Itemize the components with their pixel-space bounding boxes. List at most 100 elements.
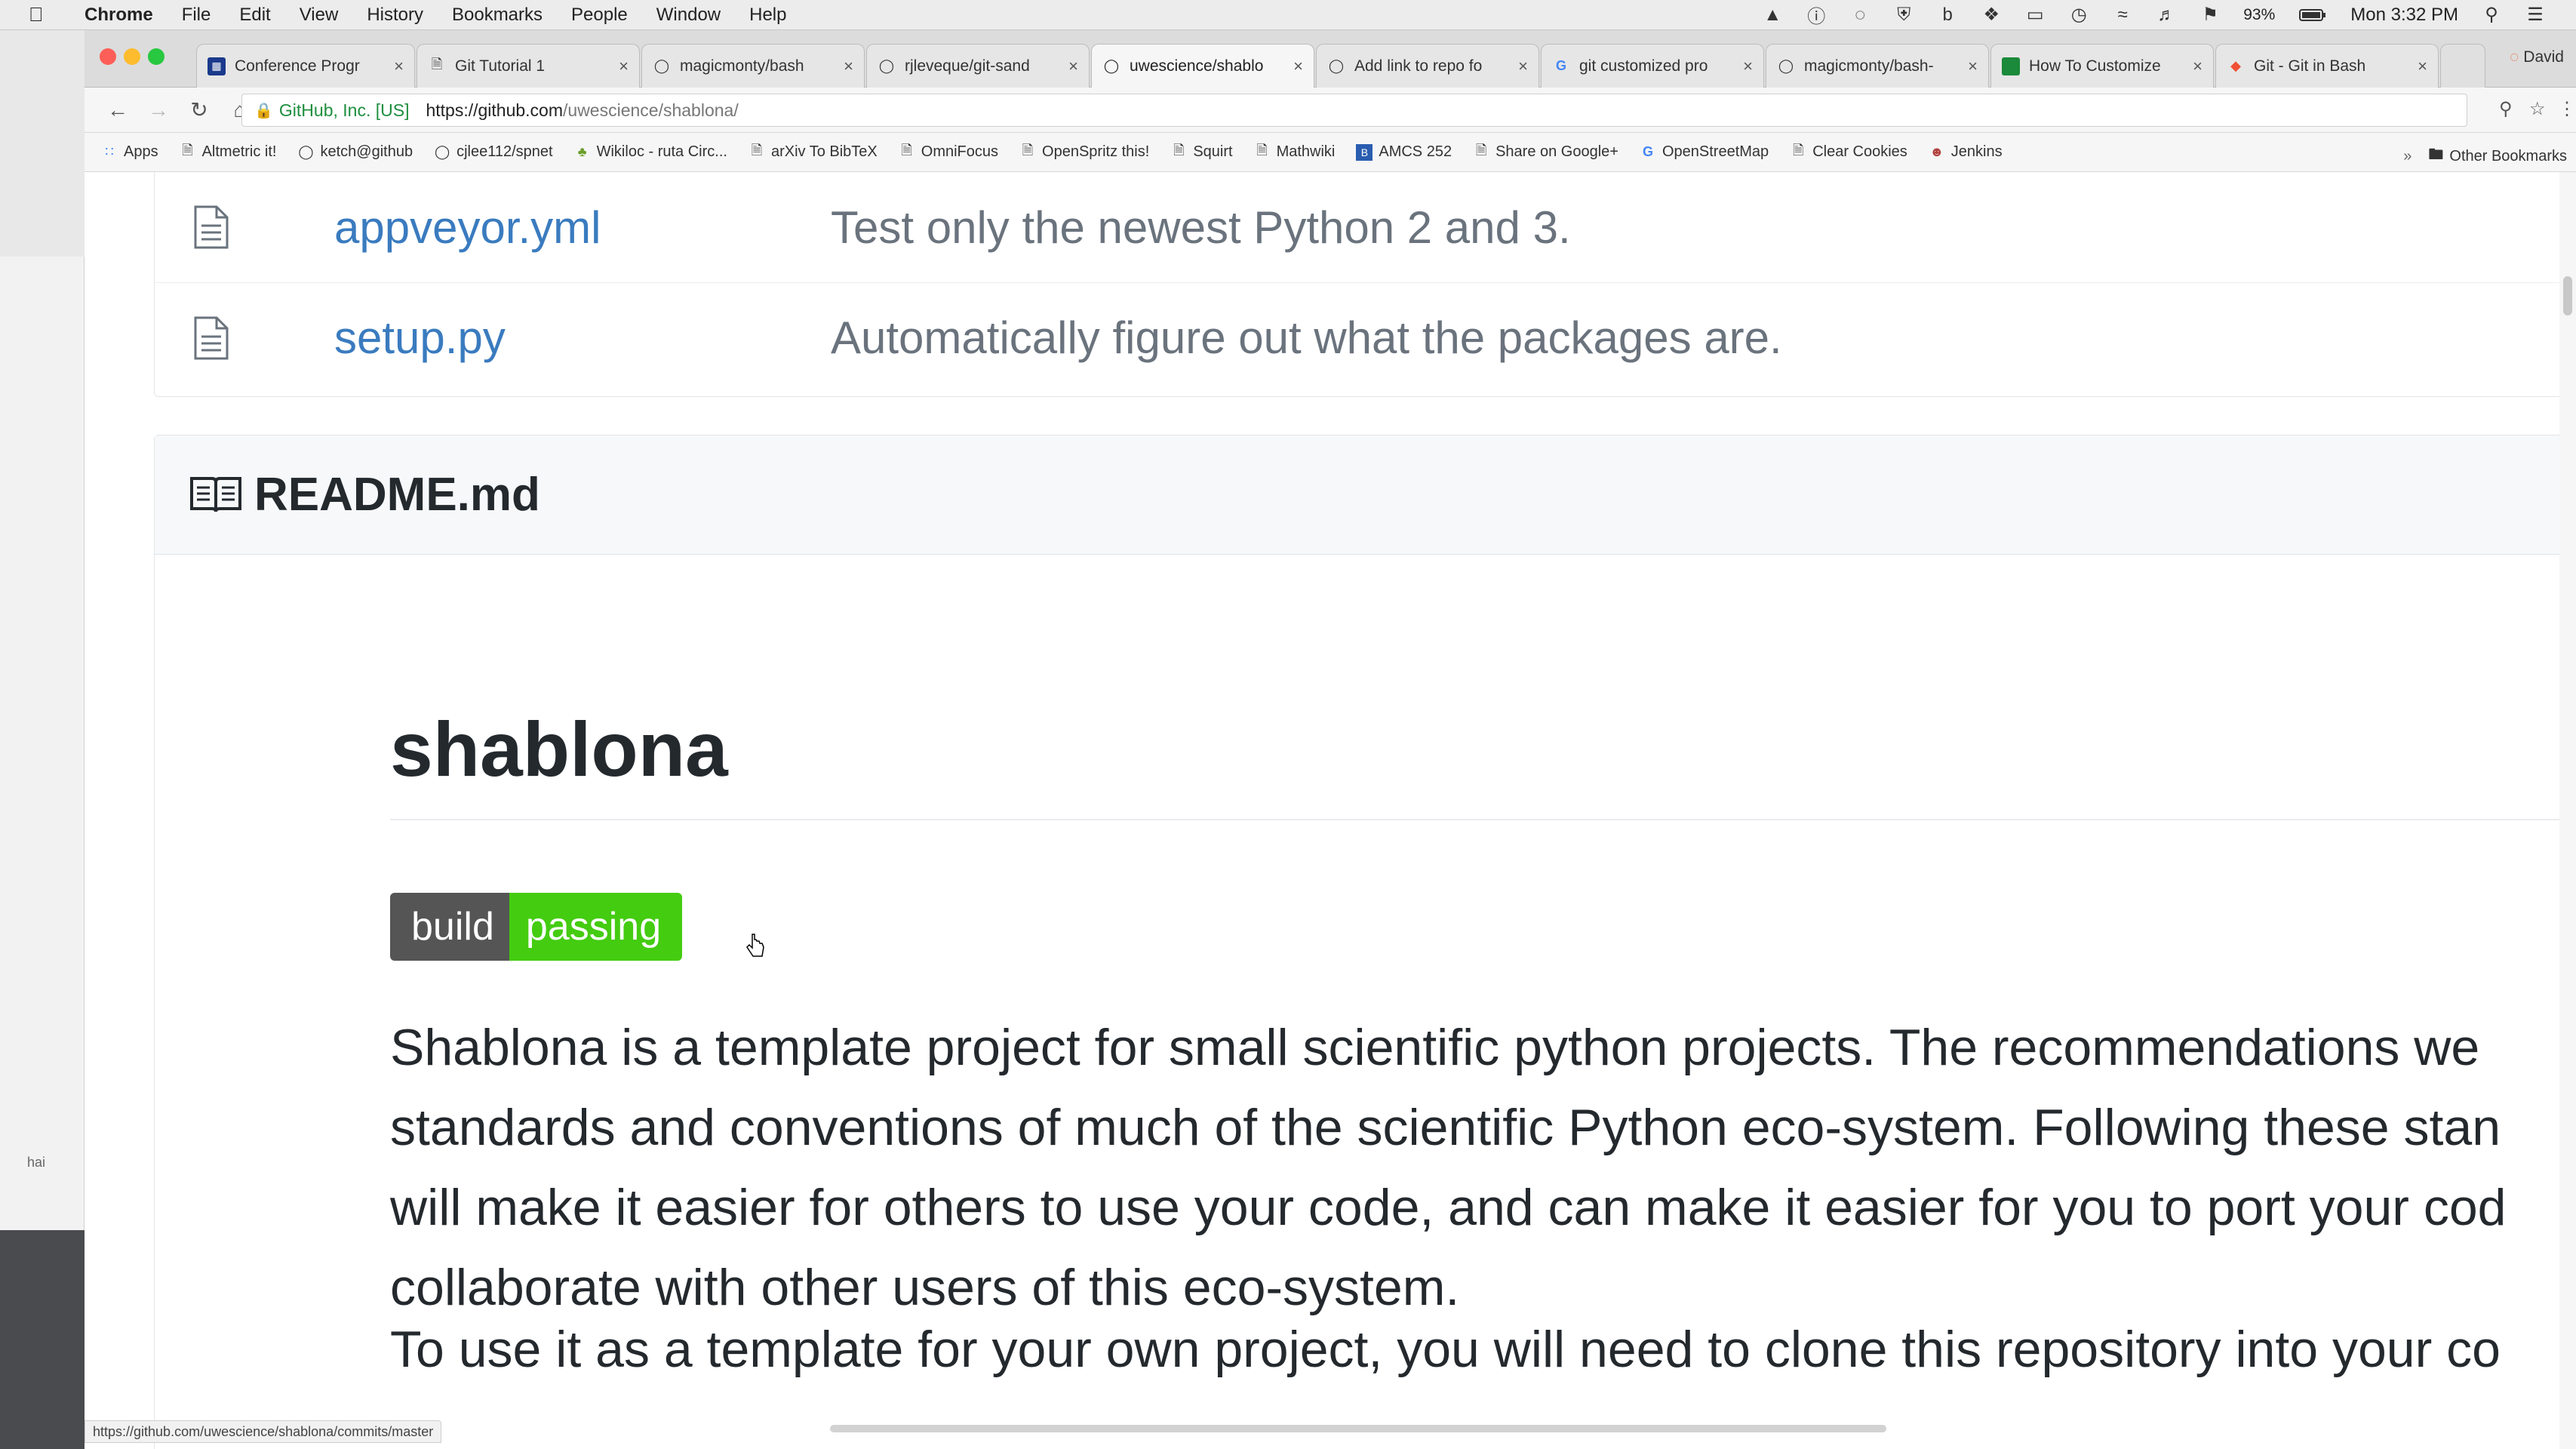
tab-git-in-bash[interactable]: ◆ Git - Git in Bash × bbox=[2215, 44, 2439, 88]
file-row[interactable]: setup.py Automatically figure out what t… bbox=[155, 282, 2576, 392]
zoom-window-button[interactable] bbox=[148, 48, 164, 65]
background-window: hai bbox=[0, 30, 85, 1449]
close-tab-icon[interactable]: × bbox=[1518, 57, 1528, 76]
commit-message-link[interactable]: Automatically figure out what the packag… bbox=[831, 312, 1782, 364]
macos-menu-bar:  Chrome File Edit View History Bookmark… bbox=[0, 0, 2576, 30]
bookmark-ketch-github[interactable]: ◯ ketch@github bbox=[298, 143, 413, 161]
spotlight-search-icon[interactable]: ⚲ bbox=[2481, 5, 2502, 26]
bookmark-openstreetmap[interactable]: G OpenStreetMap bbox=[1640, 143, 1769, 161]
onepassword-icon[interactable]: ⓘ bbox=[1806, 5, 1827, 27]
close-tab-icon[interactable]: × bbox=[2418, 57, 2427, 76]
paragraph-line: To use it as a template for your own pro… bbox=[390, 1321, 2501, 1378]
close-tab-icon[interactable]: × bbox=[1068, 57, 1078, 76]
menu-window[interactable]: Window bbox=[656, 5, 721, 26]
bookmark-star-icon[interactable]: ☆ bbox=[2529, 98, 2546, 120]
close-tab-icon[interactable]: × bbox=[1743, 57, 1753, 76]
wifi-icon[interactable]: ≈ bbox=[2112, 5, 2133, 26]
bookmark-jenkins[interactable]: ☻ Jenkins bbox=[1929, 143, 2002, 161]
tab-magicmonty-bash-2[interactable]: ◯ magicmonty/bash- × bbox=[1766, 44, 1989, 88]
badge-label: build bbox=[390, 893, 509, 961]
bookmark-clear-cookies[interactable]: 🗎 Clear Cookies bbox=[1790, 143, 1907, 161]
reload-icon[interactable]: ↻ bbox=[181, 97, 217, 122]
close-tab-icon[interactable]: × bbox=[2193, 57, 2203, 76]
tab-uwescience-shablona[interactable]: ◯ uwescience/shablo × bbox=[1091, 44, 1314, 88]
apple-menu-icon[interactable]:  bbox=[29, 3, 57, 26]
dropbox-icon[interactable]: ❖ bbox=[1981, 5, 2002, 26]
google-icon: G bbox=[1642, 144, 1653, 159]
menu-history[interactable]: History bbox=[367, 5, 423, 26]
bookmark-arxiv-bibtex[interactable]: 🗎 arXiv To BibTeX bbox=[749, 143, 878, 161]
bookmark-omnifocus[interactable]: 🗎 OmniFocus bbox=[899, 143, 999, 161]
back-arrow-icon[interactable]: ← bbox=[100, 98, 136, 122]
bookmark-squirt[interactable]: 🗎 Squirt bbox=[1170, 143, 1233, 161]
close-tab-icon[interactable]: × bbox=[1968, 57, 1978, 76]
github-icon: ◯ bbox=[1778, 58, 1794, 73]
commit-message-link[interactable]: Test only the newest Python 2 and 3. bbox=[831, 202, 1571, 254]
other-bookmarks[interactable]: » 🖿 Other Bookmarks bbox=[2403, 143, 2567, 169]
scrollbar-thumb[interactable] bbox=[2563, 276, 2572, 315]
menu-app-name[interactable]: Chrome bbox=[85, 5, 153, 26]
menu-view[interactable]: View bbox=[300, 5, 339, 26]
clock[interactable]: Mon 3:32 PM bbox=[2350, 5, 2458, 26]
address-bar[interactable]: 🔒 GitHub, Inc. [US] https://github.com/u… bbox=[241, 94, 2467, 127]
chevron-double-right-icon[interactable]: » bbox=[2403, 148, 2412, 165]
url-text[interactable]: https://github.com/uwescience/shablona/ bbox=[426, 100, 738, 121]
vertical-scrollbar[interactable] bbox=[2559, 172, 2576, 1449]
build-status-badge[interactable]: build passing bbox=[390, 893, 683, 961]
bookmark-share-google-plus[interactable]: 🗎 Share on Google+ bbox=[1473, 143, 1618, 161]
page-icon: 🗎 bbox=[182, 142, 193, 158]
profile-icon: ◌ bbox=[2509, 48, 2519, 66]
profile-button[interactable]: ◌ David bbox=[2510, 48, 2564, 66]
tab-git-tutorial[interactable]: 🗎 Git Tutorial 1 × bbox=[417, 44, 640, 88]
close-tab-icon[interactable]: × bbox=[844, 57, 853, 76]
close-window-button[interactable] bbox=[100, 48, 116, 65]
menu-file[interactable]: File bbox=[182, 5, 211, 26]
google-icon: G bbox=[1555, 58, 1566, 73]
tab-git-customized-prompt[interactable]: G git customized pro × bbox=[1541, 44, 1764, 88]
menu-people[interactable]: People bbox=[571, 5, 628, 26]
zoom-icon[interactable]: ⚲ bbox=[2499, 98, 2513, 120]
tab-conference-program[interactable]: ▦ Conference Progr × bbox=[196, 44, 415, 88]
tab-magicmonty-bash[interactable]: ◯ magicmonty/bash × bbox=[641, 44, 865, 88]
forward-arrow-icon[interactable]: → bbox=[140, 98, 177, 122]
tab-how-to-customize[interactable]: How To Customize × bbox=[1990, 44, 2214, 88]
close-tab-icon[interactable]: × bbox=[1293, 57, 1303, 76]
file-name-link[interactable]: appveyor.yml bbox=[334, 202, 601, 254]
volume-icon[interactable]: ♬ bbox=[2156, 5, 2177, 26]
b-icon[interactable]: b bbox=[1937, 5, 1958, 26]
bookmark-openspritz[interactable]: 🗎 OpenSpritz this! bbox=[1019, 143, 1150, 161]
bookmark-cjlee112-spnet[interactable]: ◯ cjlee112/spnet bbox=[434, 143, 553, 161]
time-machine-icon[interactable]: ◷ bbox=[2068, 5, 2089, 26]
file-name-link[interactable]: setup.py bbox=[334, 312, 506, 364]
readme-box: README.md shablona build passing Shablon… bbox=[154, 435, 2576, 1449]
horizontal-scrollbar[interactable] bbox=[830, 1425, 1886, 1432]
tab-rjleveque-git-sandbox[interactable]: ◯ rjleveque/git-sand × bbox=[866, 44, 1090, 88]
bookmark-mathwiki[interactable]: 🗎 Mathwiki bbox=[1254, 143, 1335, 161]
site-identity[interactable]: GitHub, Inc. [US] bbox=[279, 100, 410, 121]
close-tab-icon[interactable]: × bbox=[619, 57, 629, 76]
timer-icon[interactable]: ◌ bbox=[1849, 5, 1871, 26]
tab-add-link-to-repo[interactable]: ◯ Add link to repo fo × bbox=[1316, 44, 1539, 88]
menu-icon[interactable]: ⋮ bbox=[2558, 98, 2576, 120]
file-icon bbox=[194, 316, 229, 359]
bookmark-altmetric[interactable]: 🗎 Altmetric it! bbox=[180, 142, 276, 161]
github-icon: ◯ bbox=[435, 144, 450, 159]
new-tab-button[interactable] bbox=[2440, 44, 2485, 88]
minimize-window-button[interactable] bbox=[124, 48, 140, 65]
file-row[interactable]: appveyor.yml Test only the newest Python… bbox=[155, 172, 2576, 282]
bookmark-apps[interactable]: ∷ Apps bbox=[101, 143, 158, 161]
notification-center-icon[interactable]: ☰ bbox=[2525, 5, 2546, 26]
title-divider bbox=[390, 819, 2576, 820]
flag-icon[interactable]: ⚑ bbox=[2199, 5, 2221, 26]
battery-percent[interactable]: 93% bbox=[2243, 6, 2275, 24]
calendar-icon: ▦ bbox=[207, 57, 226, 75]
airplay-icon[interactable]: ▭ bbox=[2024, 5, 2046, 26]
menu-edit[interactable]: Edit bbox=[239, 5, 270, 26]
menu-bookmarks[interactable]: Bookmarks bbox=[452, 5, 543, 26]
bookmark-wikiloc[interactable]: ♣ Wikiloc - ruta Circ... bbox=[574, 143, 727, 161]
menu-help[interactable]: Help bbox=[749, 5, 786, 26]
shield-icon[interactable]: ⛨ bbox=[1893, 5, 1914, 26]
google-drive-icon[interactable]: ▲ bbox=[1762, 5, 1783, 26]
close-tab-icon[interactable]: × bbox=[394, 57, 404, 76]
bookmark-amcs-252[interactable]: B AMCS 252 bbox=[1356, 143, 1452, 161]
